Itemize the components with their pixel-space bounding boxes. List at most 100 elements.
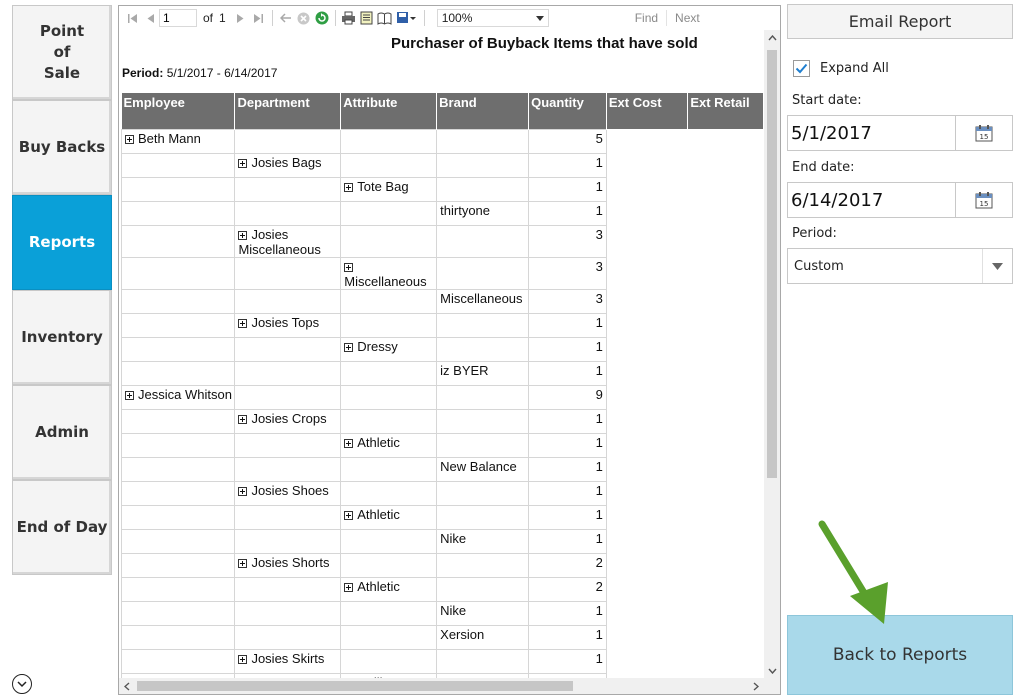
start-date-picker: 15 [787,115,1013,151]
employee-cell [120,480,236,506]
brand-cell: thirtyone [436,200,530,226]
current-page-input[interactable] [159,9,197,27]
ext-retail-cell [688,289,764,313]
next-page-icon[interactable] [232,9,250,27]
table-row: Josies Shoes 1 [120,480,764,506]
expand-toggle-icon[interactable] [344,510,354,520]
expand-toggle-icon[interactable] [344,182,354,192]
table-row: Athletic 1 [120,432,764,458]
expand-toggle-icon[interactable] [238,318,248,328]
ext-cost-cell [606,257,687,289]
expand-toggle-icon[interactable] [125,134,134,144]
quantity-cell: 1 [528,432,607,458]
scroll-right-icon[interactable] [748,678,764,694]
nav-reports-button[interactable]: Reports [12,195,112,290]
find-input[interactable] [556,9,631,27]
previous-page-icon[interactable] [141,9,159,27]
print-layout-icon[interactable] [358,9,376,27]
calendar-icon[interactable]: 15 [956,116,1012,150]
employee-cell [120,176,236,202]
attribute-cell: Dressy [340,336,438,362]
last-page-icon[interactable] [250,9,268,27]
ext-cost-cell [606,457,687,481]
start-date-input[interactable] [788,116,956,150]
expand-toggle-icon[interactable] [344,262,354,272]
print-icon[interactable] [340,9,358,27]
ext-cost-cell [606,313,687,337]
department-cell: Josies Miscellaneous [234,224,342,258]
quantity-cell: 1 [528,176,607,202]
brand-text: thirtyone [440,202,491,218]
expand-toggle-icon[interactable] [238,230,248,240]
end-date-input[interactable] [788,183,956,217]
expand-toggle-icon[interactable] [238,654,248,664]
horizontal-scroll-thumb[interactable] [137,681,573,691]
brand-cell [436,648,530,674]
expand-toggle-icon[interactable] [344,438,354,448]
expand-toggle-icon[interactable] [238,558,248,568]
stop-icon[interactable] [295,9,313,27]
nav-point-of-sale-button[interactable]: Point of Sale [12,5,112,100]
zoom-select[interactable]: 100% [436,9,549,27]
quantity-cell: 1 [528,648,607,674]
vertical-scroll-thumb[interactable] [767,50,777,478]
back-to-reports-button[interactable]: Back to Reports [787,615,1013,695]
expand-toggle-icon[interactable] [344,342,354,352]
table-row: Athletic 1 [120,504,764,530]
expand-toggle-icon[interactable] [238,158,248,168]
table-row: Josies Crops 1 [120,408,764,434]
nav-buy-backs-button[interactable]: Buy Backs [12,100,112,195]
export-icon[interactable] [394,9,420,27]
quantity-cell: 5 [528,128,607,154]
nav-admin-button[interactable]: Admin [12,385,112,480]
ext-cost-cell [606,225,687,257]
department-cell [234,624,342,650]
attribute-cell [340,552,438,578]
refresh-icon[interactable] [313,9,331,27]
scroll-down-icon[interactable] [764,663,780,679]
expand-all-checkbox[interactable] [793,60,810,77]
find-link[interactable]: Find [635,11,658,25]
attribute-cell [340,288,438,314]
ext-cost-cell [606,129,687,153]
ext-retail-cell [688,385,764,409]
expand-toggle-icon[interactable] [238,414,248,424]
brand-cell [436,128,530,154]
svg-text:15: 15 [980,133,989,141]
brand-cell [436,480,530,506]
chevron-down-icon[interactable] [12,674,32,694]
ext-cost-cell [606,529,687,553]
calendar-icon[interactable]: 15 [956,183,1012,217]
employee-cell [120,648,236,674]
department-text: Josies Crops [251,410,327,426]
period-select-value: Custom [794,258,844,274]
scroll-left-icon[interactable] [119,678,135,694]
period-select[interactable]: Custom [787,248,1013,284]
first-page-icon[interactable] [123,9,141,27]
brand-text: Nike [440,530,467,546]
email-report-button[interactable]: Email Report [787,4,1013,39]
expand-toggle-icon[interactable] [344,582,354,592]
expand-toggle-icon[interactable] [238,486,248,496]
vertical-scrollbar[interactable] [764,30,780,681]
ext-retail-cell [688,409,764,433]
quantity-cell: 1 [528,312,607,338]
nav-end-of-day-button[interactable]: End of Day [12,480,112,575]
ext-retail-cell [688,433,764,457]
quantity-cell: 1 [528,360,607,386]
chevron-down-icon[interactable] [982,249,1012,283]
page-setup-icon[interactable] [376,9,394,27]
ext-retail-cell [688,625,764,649]
employee-cell [120,624,236,650]
table-row: Josies Shorts 2 [120,552,764,578]
report-header-row: Employee Department Attribute Brand Quan… [121,93,764,129]
scroll-up-icon[interactable] [764,30,780,46]
department-cell [234,200,342,226]
horizontal-scrollbar[interactable] [119,678,780,694]
back-icon[interactable] [277,9,295,27]
expand-toggle-icon[interactable] [125,390,134,400]
attribute-text: Athletic [357,578,400,594]
next-link[interactable]: Next [675,11,700,25]
attribute-cell [340,456,438,482]
nav-inventory-button[interactable]: Inventory [12,290,112,385]
